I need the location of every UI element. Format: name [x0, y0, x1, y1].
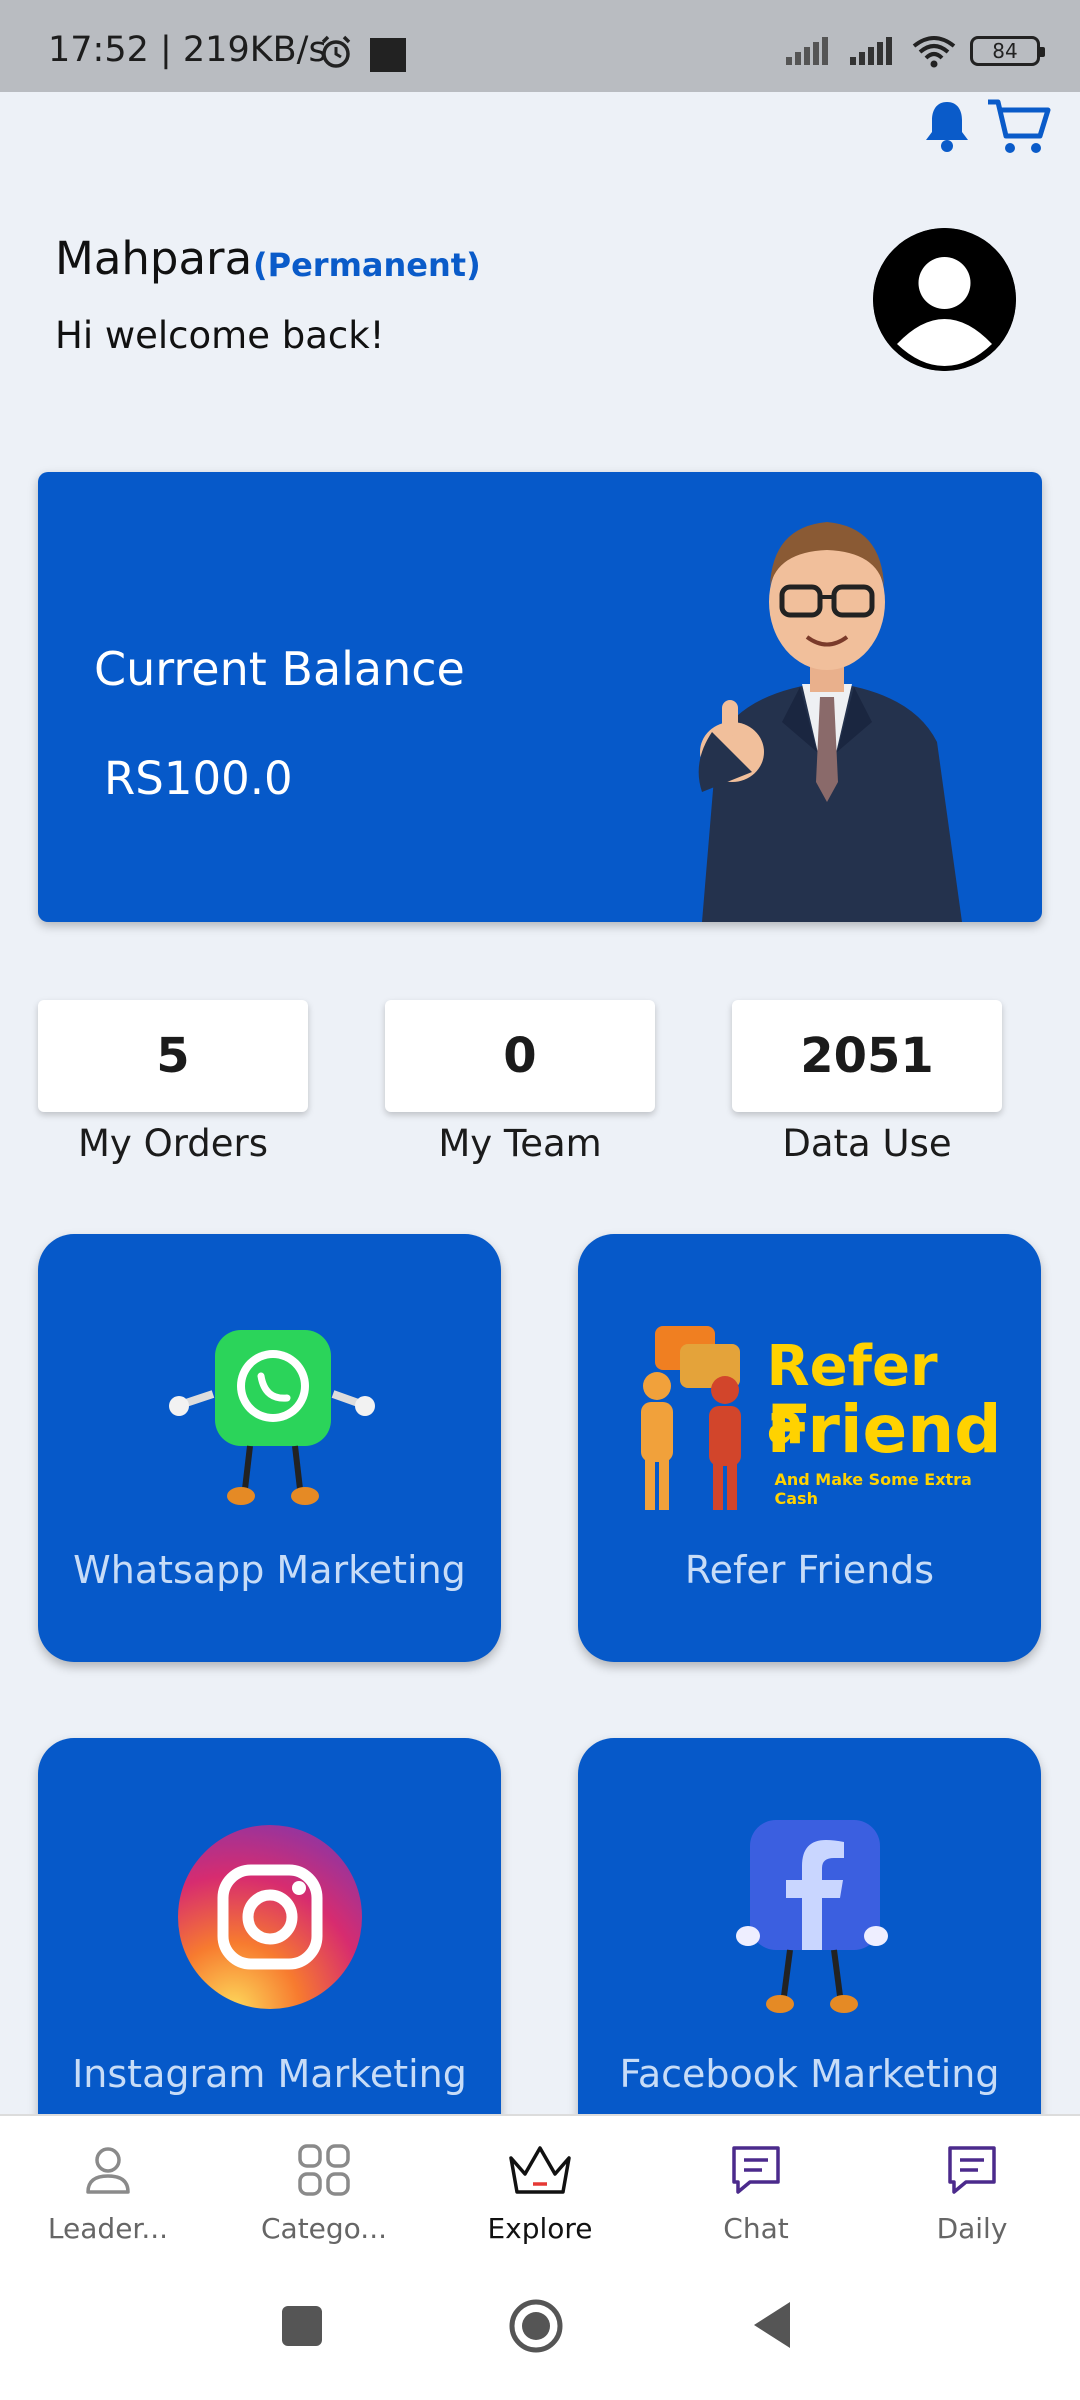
category-icon	[298, 2144, 350, 2196]
stat-label: My Team	[438, 1122, 602, 1165]
nav-label: Explore	[487, 2212, 593, 2245]
signal-icon	[850, 37, 892, 65]
chat-icon	[732, 2146, 780, 2194]
nav-item-daily[interactable]: Daily	[864, 2116, 1080, 2264]
person-icon	[86, 2147, 130, 2194]
stat-value: 5	[38, 1000, 308, 1112]
stat-label: My Orders	[77, 1122, 268, 1165]
balance-title: Current Balance	[94, 642, 465, 696]
battery-indicator: 84	[970, 36, 1045, 66]
tile-label: Refer Friends	[684, 1548, 935, 1592]
user-status-badge: (Permanent)	[253, 246, 481, 284]
notification-square-icon	[370, 38, 406, 72]
system-navigation-bar	[0, 2264, 1080, 2400]
wifi-icon	[912, 36, 956, 68]
stat-label: Data Use	[782, 1122, 952, 1165]
profile-avatar-icon[interactable]	[873, 228, 1016, 371]
nav-item-explore[interactable]: Explore	[432, 2116, 648, 2264]
stat-value: 2051	[732, 1000, 1002, 1112]
nav-label: Chat	[723, 2212, 789, 2245]
nav-item-categories[interactable]: Catego...	[216, 2116, 432, 2264]
nav-item-chat[interactable]: Chat	[648, 2116, 864, 2264]
tile-label: Facebook Marketing	[619, 2052, 1000, 2096]
whatsapp-mascot-icon	[168, 1330, 375, 1505]
tile-instagram-marketing[interactable]: Instagram Marketing	[38, 1738, 501, 2166]
back-icon[interactable]	[750, 2300, 794, 2350]
refer-banner-line2: Friend	[766, 1391, 1002, 1468]
bell-icon[interactable]	[922, 98, 972, 154]
crown-icon	[509, 2146, 571, 2194]
nav-label: Catego...	[260, 2212, 388, 2245]
tile-facebook-marketing[interactable]: Facebook Marketing	[578, 1738, 1041, 2166]
tile-refer-friends[interactable]: Refer a Friend And Make Some Extra Cash …	[578, 1234, 1041, 1662]
home-icon[interactable]	[508, 2298, 564, 2354]
instagram-icon	[177, 1825, 362, 2009]
bottom-navigation: Leader... Catego... Explore Chat Daily	[0, 2114, 1080, 2264]
nav-label: Leader...	[47, 2212, 169, 2245]
signal-icon	[786, 37, 828, 65]
tile-label: Instagram Marketing	[72, 2052, 467, 2096]
stat-value: 0	[385, 1000, 655, 1112]
cart-icon[interactable]	[986, 96, 1052, 156]
balance-amount: RS100.0	[104, 752, 293, 805]
tile-label: Whatsapp Marketing	[73, 1548, 466, 1592]
refer-banner-sub: And Make Some Extra Cash	[774, 1470, 972, 1508]
top-actions	[922, 96, 1052, 156]
chat-icon	[948, 2146, 996, 2194]
nav-item-leaderboard[interactable]: Leader...	[0, 2116, 216, 2264]
refer-friend-banner: Refer a Friend And Make Some Extra Cash	[625, 1324, 1002, 1514]
welcome-text: Hi welcome back!	[55, 314, 385, 357]
tile-whatsapp-marketing[interactable]: Whatsapp Marketing	[38, 1234, 501, 1662]
alarm-icon	[321, 35, 351, 68]
balance-card: Current Balance RS100.0	[38, 472, 1042, 922]
stat-data-use[interactable]: 2051 Data Use	[732, 1000, 1002, 1165]
status-bar: 17:52 | 219KB/s 84	[0, 0, 1080, 92]
stat-my-team[interactable]: 0 My Team	[385, 1000, 655, 1165]
businessman-illustration	[698, 522, 962, 922]
user-name: Mahpara	[55, 232, 253, 285]
facebook-mascot-icon	[735, 1820, 888, 2013]
nav-label: Daily	[936, 2212, 1008, 2245]
status-time: 17:52 | 219KB/s	[48, 30, 327, 70]
stat-my-orders[interactable]: 5 My Orders	[38, 1000, 308, 1165]
recent-apps-icon[interactable]	[280, 2304, 324, 2348]
